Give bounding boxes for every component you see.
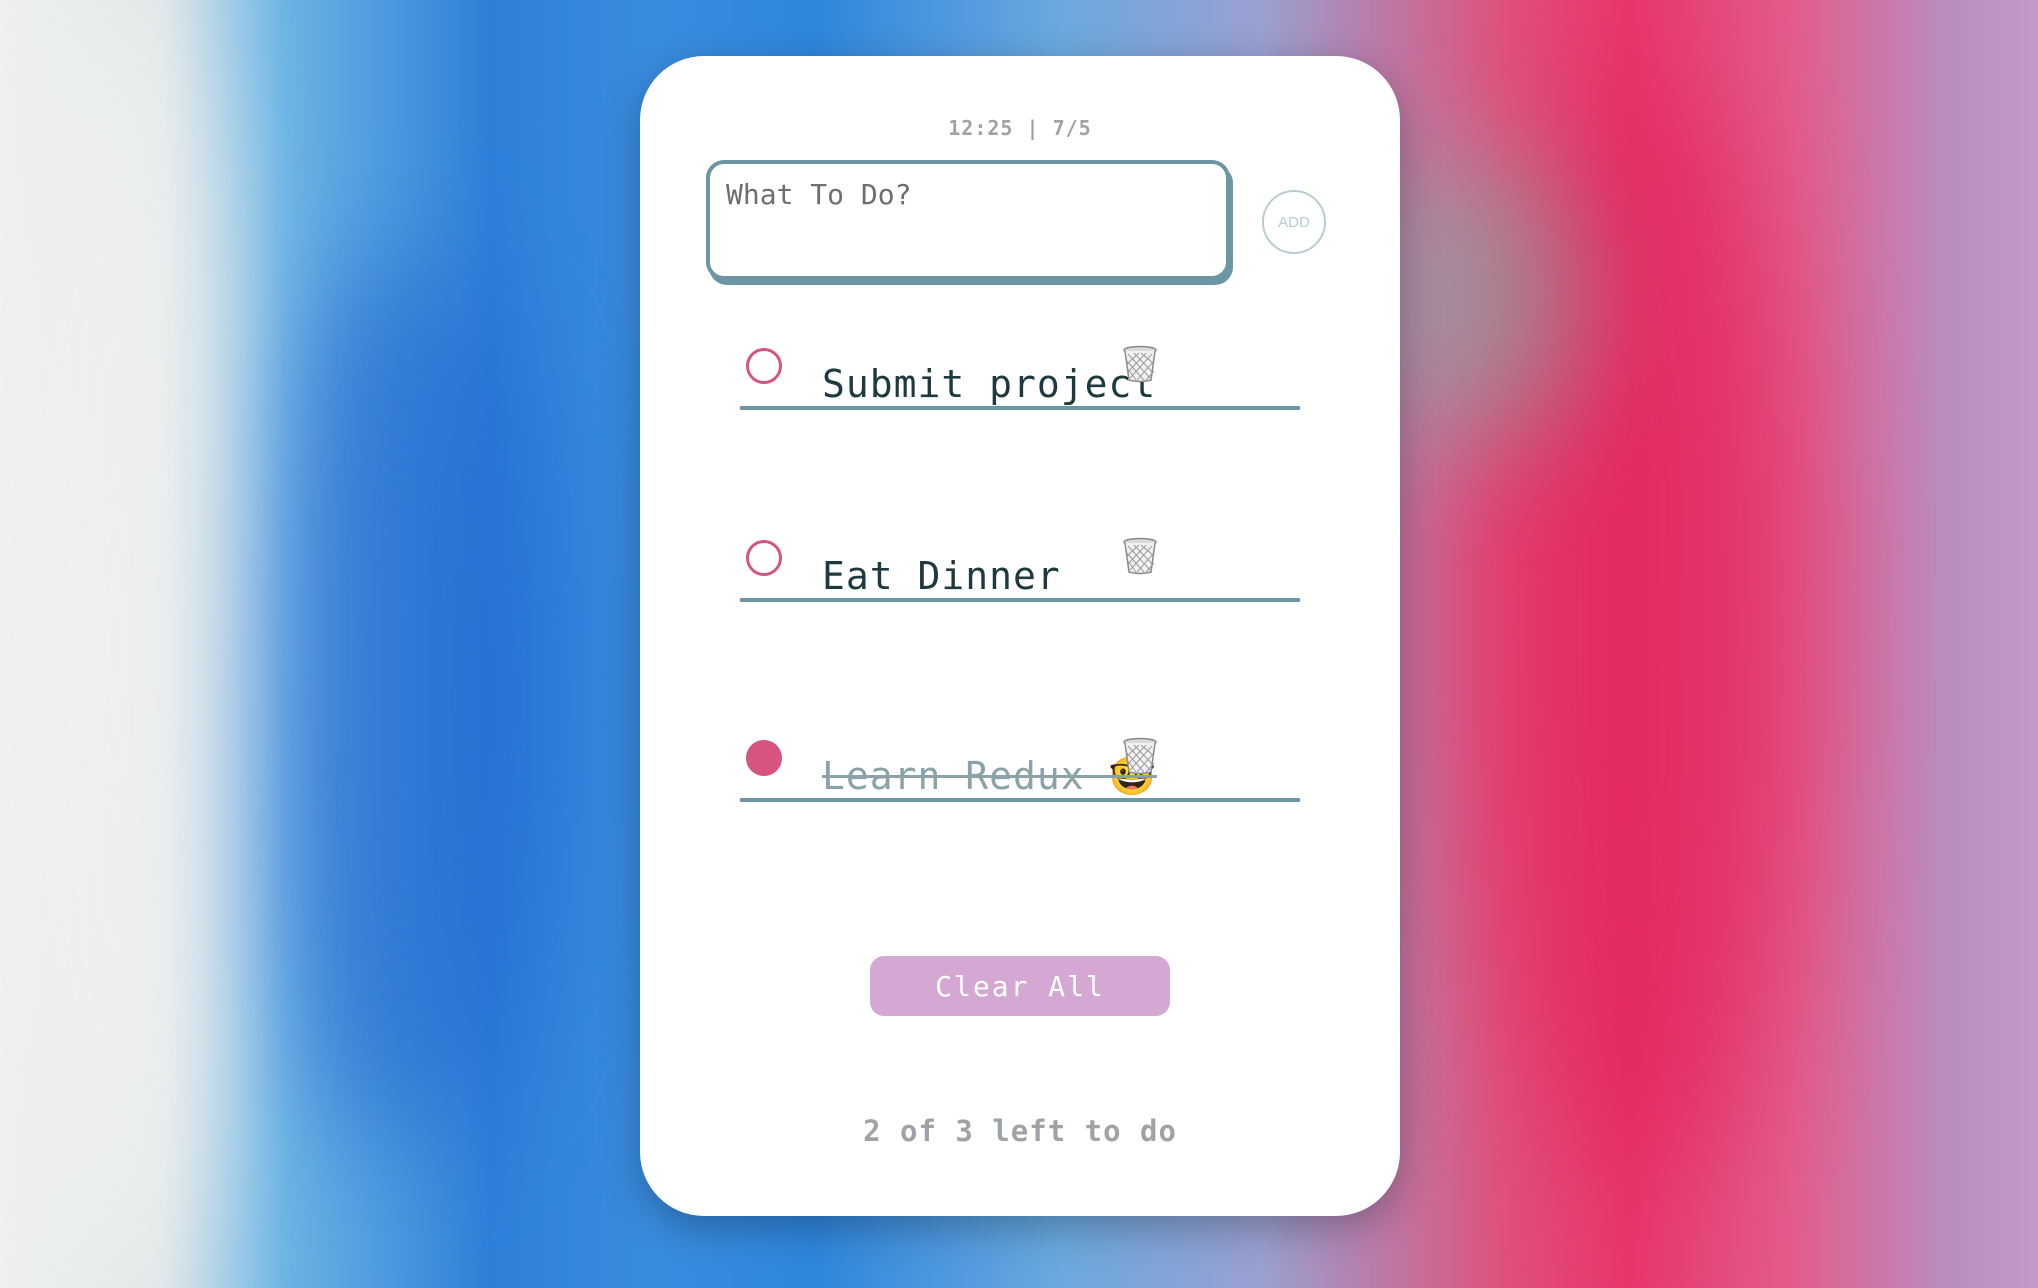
paint-stroke-blue: [250, 250, 550, 1150]
todo-checkbox-icon[interactable]: [746, 540, 782, 576]
todo-item: Eat Dinner: [740, 508, 1300, 602]
todo-text: Learn Redux 🤓: [822, 754, 1157, 798]
todo-card: 12:25 | 7/5 ADD Submit project Eat Dinner…: [640, 56, 1400, 1216]
paint-stroke-teal: [1380, 150, 1580, 450]
clear-all-button[interactable]: Clear All: [870, 956, 1170, 1016]
todo-text: Eat Dinner: [822, 554, 1061, 598]
trash-can-icon[interactable]: [1120, 736, 1160, 776]
todo-checkbox-icon[interactable]: [746, 348, 782, 384]
paint-stroke-white: [0, 0, 230, 1288]
todo-text: Submit project: [822, 362, 1157, 406]
todo-item: Learn Redux 🤓: [740, 708, 1300, 802]
add-button[interactable]: ADD: [1262, 190, 1326, 254]
todo-input[interactable]: [706, 160, 1230, 280]
todo-item: Submit project: [740, 316, 1300, 410]
remaining-counter: 2 of 3 left to do: [863, 1114, 1177, 1148]
trash-can-icon[interactable]: [1120, 344, 1160, 384]
trash-can-icon[interactable]: [1120, 536, 1160, 576]
todo-checkbox-icon[interactable]: [746, 740, 782, 776]
clock-date: 12:25 | 7/5: [948, 116, 1092, 140]
